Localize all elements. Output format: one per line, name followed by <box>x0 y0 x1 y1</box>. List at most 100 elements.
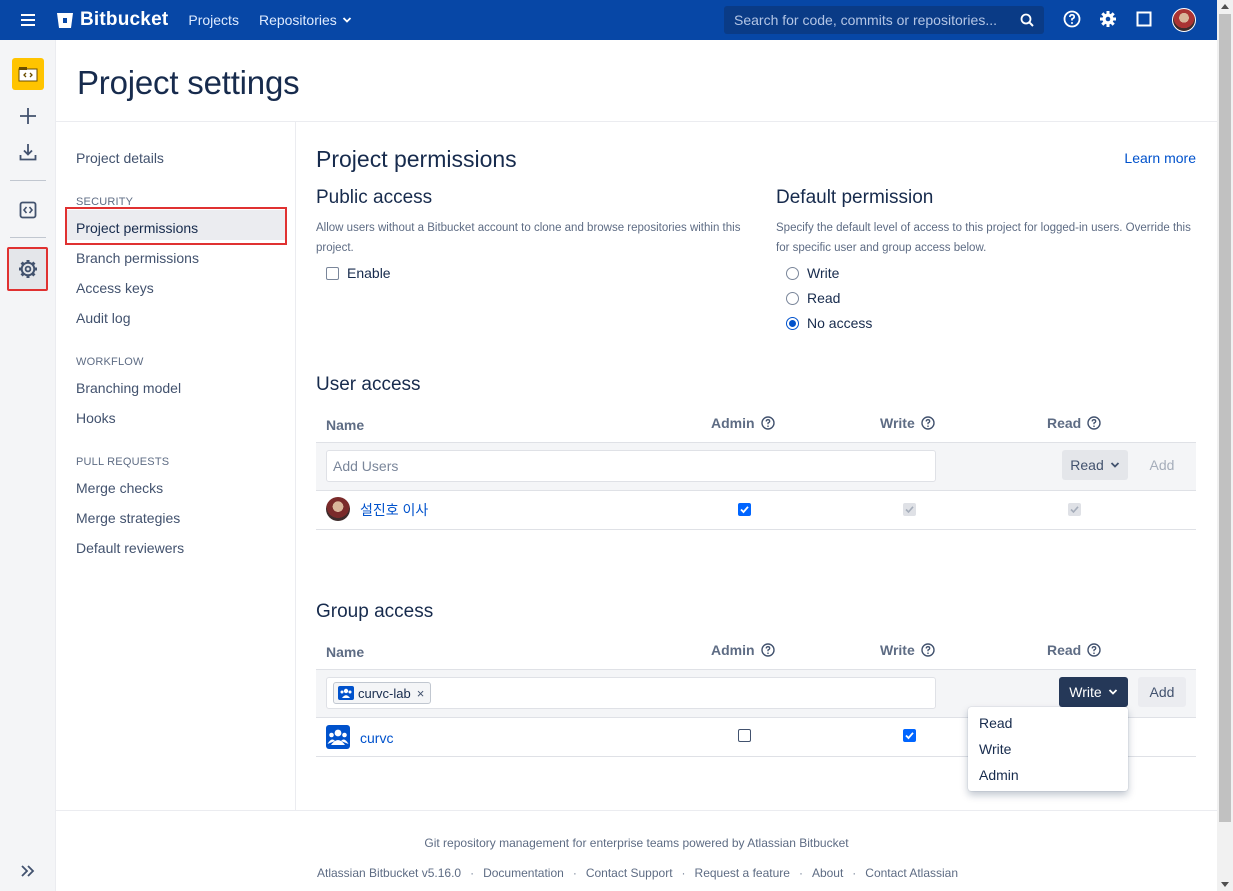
project-settings-button[interactable] <box>7 247 48 291</box>
user-read-checkbox[interactable] <box>1068 503 1081 516</box>
chip-remove-icon[interactable]: × <box>417 686 425 701</box>
nav-merge-checks[interactable]: Merge checks <box>76 480 163 496</box>
help-icon[interactable] <box>760 416 775 430</box>
default-permission-write[interactable]: Write <box>786 265 839 281</box>
footer-request-feature-link[interactable]: Request a feature <box>695 866 790 880</box>
radio-read-label: Read <box>807 290 841 306</box>
user-name-link[interactable]: 설진호 이사 <box>360 500 428 520</box>
sidebar-rail <box>0 40 56 891</box>
enable-checkbox[interactable] <box>326 266 339 280</box>
create-icon[interactable] <box>16 104 40 128</box>
project-avatar[interactable] <box>12 58 44 90</box>
dropdown-option-read[interactable]: Read <box>979 715 1012 731</box>
public-access-enable[interactable]: Enable <box>326 265 391 281</box>
group-col-admin: Admin <box>711 642 775 658</box>
nav-project-permissions[interactable]: Project permissions <box>76 220 198 236</box>
group-icon <box>338 686 354 700</box>
add-group-button[interactable]: Add <box>1138 677 1186 707</box>
nav-hooks[interactable]: Hooks <box>76 410 116 426</box>
footer-divider <box>56 810 1217 811</box>
user-permission-select-label: Read <box>1070 457 1104 473</box>
user-avatar[interactable] <box>1172 8 1196 32</box>
user-col-write: Write <box>880 415 935 431</box>
avatar <box>326 497 350 521</box>
add-users-input[interactable]: Add Users <box>326 450 936 482</box>
radio-write[interactable] <box>786 266 799 280</box>
enable-label: Enable <box>347 265 391 281</box>
radio-no-access-label: No access <box>807 315 873 331</box>
footer-version: Atlassian Bitbucket v5.16.0 <box>317 866 462 880</box>
user-col-read-label: Read <box>1047 415 1082 431</box>
repositories-icon[interactable] <box>16 198 40 222</box>
nav-merge-strategies[interactable]: Merge strategies <box>76 510 180 526</box>
footer-separator: · <box>852 866 857 880</box>
footer-tagline: Git repository management for enterprise… <box>424 836 849 850</box>
add-groups-input[interactable]: curvc-lab × <box>326 677 936 709</box>
notifications-icon[interactable] <box>1136 10 1152 28</box>
user-col-write-label: Write <box>880 415 915 431</box>
settings-navigation: Project details SECURITY Project permiss… <box>56 122 296 811</box>
help-icon[interactable] <box>1063 10 1081 28</box>
help-icon[interactable] <box>921 643 935 657</box>
group-permission-select-label: Write <box>1069 684 1102 700</box>
nav-branch-permissions[interactable]: Branch permissions <box>76 250 199 266</box>
nav-project-details[interactable]: Project details <box>76 150 164 166</box>
nav-repositories[interactable]: Repositories <box>259 12 352 28</box>
user-col-read: Read <box>1047 415 1101 431</box>
scroll-up-arrow[interactable] <box>1221 4 1229 9</box>
page-title: Project settings <box>77 64 300 101</box>
vertical-scrollbar[interactable] <box>1217 0 1233 891</box>
group-col-write: Write <box>880 642 935 658</box>
default-permission-read[interactable]: Read <box>786 290 840 306</box>
group-name-link[interactable]: curvc <box>360 730 393 746</box>
scroll-down-arrow[interactable] <box>1221 882 1229 887</box>
search-input[interactable] <box>724 12 1009 28</box>
footer-about-link[interactable]: About <box>812 866 843 880</box>
help-icon[interactable] <box>1087 643 1101 657</box>
radio-read[interactable] <box>786 291 799 305</box>
group-admin-checkbox[interactable] <box>738 729 751 742</box>
expand-sidebar-icon[interactable] <box>19 862 37 880</box>
default-permission-no-access[interactable]: No access <box>786 315 872 331</box>
user-access-title: User access <box>316 374 421 395</box>
nav-default-reviewers[interactable]: Default reviewers <box>76 540 184 556</box>
footer-documentation-link[interactable]: Documentation <box>483 866 564 880</box>
nav-branching-model[interactable]: Branching model <box>76 380 181 396</box>
bitbucket-logo[interactable]: Bitbucket <box>56 9 168 31</box>
default-permission-description: Specify the default level of access to t… <box>776 222 1191 254</box>
chevron-down-icon <box>1110 462 1119 468</box>
default-permission-title: Default permission <box>776 187 934 208</box>
footer-contact-support-link[interactable]: Contact Support <box>586 866 673 880</box>
radio-no-access[interactable] <box>786 316 799 330</box>
nav-audit-log[interactable]: Audit log <box>76 310 130 326</box>
nav-access-keys[interactable]: Access keys <box>76 280 154 296</box>
user-admin-checkbox[interactable] <box>738 503 751 516</box>
public-access-title: Public access <box>316 187 433 208</box>
group-permission-select[interactable]: Write <box>1059 677 1128 707</box>
chevron-down-icon <box>342 17 351 23</box>
scrollbar-thumb[interactable] <box>1219 14 1231 822</box>
footer-contact-atlassian-link[interactable]: Contact Atlassian <box>865 866 958 880</box>
learn-more-link[interactable]: Learn more <box>1124 150 1196 166</box>
add-user-button[interactable]: Add <box>1144 450 1180 480</box>
group-write-checkbox[interactable] <box>903 729 916 742</box>
table-divider <box>316 669 1196 670</box>
table-divider <box>316 490 1196 491</box>
top-navigation-bar: Bitbucket Projects Repositories <box>0 0 1217 40</box>
user-write-checkbox[interactable] <box>903 503 916 516</box>
user-col-name-label: Name <box>326 417 365 433</box>
user-permission-select[interactable]: Read <box>1062 450 1128 480</box>
brand-name: Bitbucket <box>80 9 169 30</box>
search-icon[interactable] <box>1020 13 1034 27</box>
menu-icon[interactable] <box>0 0 56 40</box>
dropdown-option-admin[interactable]: Admin <box>979 767 1019 783</box>
search-box[interactable] <box>724 6 1044 34</box>
dropdown-option-write[interactable]: Write <box>979 741 1011 757</box>
help-icon[interactable] <box>1087 416 1101 430</box>
group-chip: curvc-lab × <box>333 682 432 704</box>
help-icon[interactable] <box>921 416 935 430</box>
help-icon[interactable] <box>760 643 775 657</box>
nav-projects[interactable]: Projects <box>188 12 239 28</box>
clone-download-icon[interactable] <box>16 140 40 164</box>
gear-icon[interactable] <box>1099 10 1117 28</box>
